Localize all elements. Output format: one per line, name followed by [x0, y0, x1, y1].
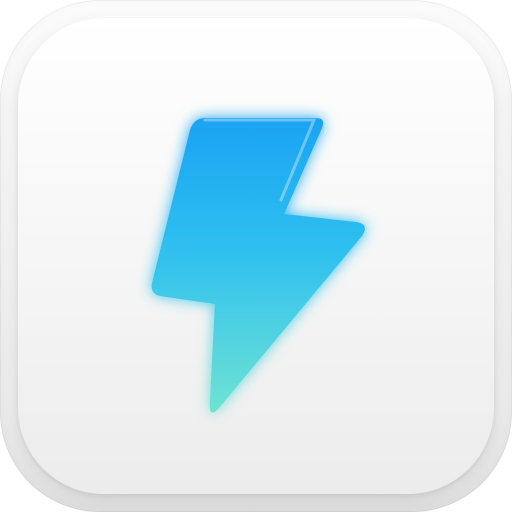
bolt-shape	[151, 118, 365, 413]
lightning-bolt-icon	[151, 118, 365, 413]
